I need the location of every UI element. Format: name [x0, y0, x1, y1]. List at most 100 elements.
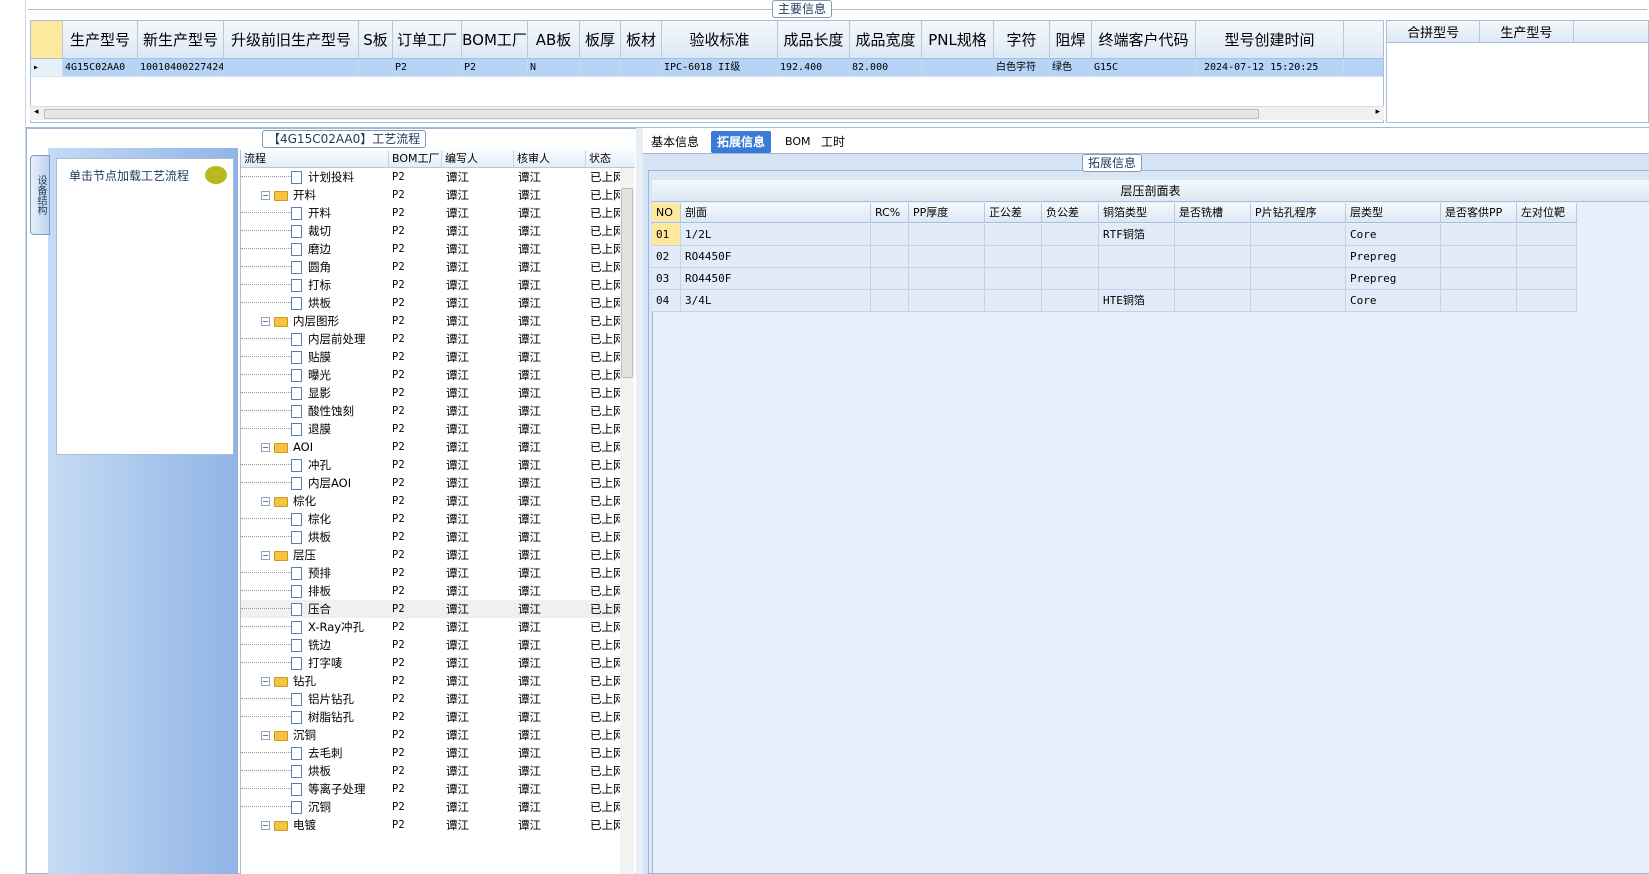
col-header[interactable]: 订单工厂 — [393, 21, 462, 58]
table-cell[interactable] — [985, 246, 1042, 267]
tab-device-structure[interactable]: 设备结构 — [30, 155, 50, 235]
table-cell[interactable]: Prepreg — [1346, 268, 1441, 289]
row-indicator-icon[interactable]: ▸ — [31, 59, 63, 76]
col-status[interactable]: 状态 — [586, 150, 635, 167]
tree-row[interactable]: 树脂钻孔 P2 谭江 谭江 已上网 — [241, 708, 621, 726]
table-cell[interactable]: RO4450F — [681, 246, 871, 267]
tree-row[interactable]: 开料 P2 谭江 谭江 已上网 — [241, 204, 621, 222]
col-header[interactable]: PNL规格 — [922, 21, 994, 58]
col-header[interactable]: 新生产型号 — [138, 21, 224, 58]
tree-node[interactable]: 铝片钻孔 — [241, 690, 389, 708]
merge-model-grid[interactable]: 合拼型号 生产型号 — [1386, 20, 1649, 123]
table-cell[interactable] — [1441, 224, 1517, 245]
table-cell[interactable] — [1251, 246, 1346, 267]
tree-node[interactable]: 排板 — [241, 582, 389, 600]
table-cell[interactable] — [871, 246, 909, 267]
tree-row[interactable]: 烘板 P2 谭江 谭江 已上网 — [241, 294, 621, 312]
table-cell[interactable] — [224, 59, 359, 76]
tree-node[interactable]: 打字唛 — [241, 654, 389, 672]
tree-row[interactable]: − 开料 P2 谭江 谭江 已上网 — [241, 186, 621, 204]
table-row[interactable]: 03 RO4450F Prepreg — [652, 268, 1577, 290]
tree-node[interactable]: 内层AOI — [241, 474, 389, 492]
tree-node[interactable]: 棕化 — [241, 510, 389, 528]
tree-node[interactable]: − 棕化 — [241, 492, 389, 510]
col-process[interactable]: 流程 — [241, 150, 389, 167]
col-header[interactable]: 阻焊 — [1050, 21, 1092, 58]
stackup-col-header[interactable]: 负公差 — [1042, 203, 1099, 222]
tree-node[interactable]: − 内层图形 — [241, 312, 389, 330]
col-header[interactable]: 验收标准 — [662, 21, 778, 58]
tree-row[interactable]: 计划投料 P2 谭江 谭江 已上网 — [241, 168, 621, 186]
table-cell[interactable]: 02 — [652, 246, 681, 267]
tree-node[interactable]: 烘板 — [241, 762, 389, 780]
table-cell[interactable]: 4G15C02AA0 — [63, 59, 138, 76]
table-cell[interactable] — [909, 246, 985, 267]
tree-row[interactable]: 圆角 P2 谭江 谭江 已上网 — [241, 258, 621, 276]
collapse-icon[interactable]: − — [261, 317, 270, 326]
col-header[interactable]: S板 — [359, 21, 393, 58]
table-cell[interactable]: RTF铜箔 — [1099, 224, 1175, 245]
table-cell[interactable] — [922, 59, 994, 76]
table-row[interactable]: 04 3/4L HTE铜箔 Core — [652, 290, 1577, 312]
tree-node[interactable]: 烘板 — [241, 294, 389, 312]
col-production-model[interactable]: 生产型号 — [1480, 21, 1574, 42]
table-cell[interactable]: 03 — [652, 268, 681, 289]
vertical-scrollbar[interactable] — [620, 168, 634, 874]
table-cell[interactable] — [1042, 290, 1099, 311]
table-cell[interactable]: RO4450F — [681, 268, 871, 289]
table-cell[interactable]: P2 — [393, 59, 462, 76]
tree-row[interactable]: 打标 P2 谭江 谭江 已上网 — [241, 276, 621, 294]
table-cell[interactable]: 1/2L — [681, 224, 871, 245]
table-cell[interactable] — [1517, 290, 1577, 311]
collapse-icon[interactable]: − — [261, 497, 270, 506]
table-cell[interactable]: 82.000 — [850, 59, 922, 76]
tree-node[interactable]: 树脂钻孔 — [241, 708, 389, 726]
table-cell[interactable] — [985, 224, 1042, 245]
table-cell[interactable] — [1175, 268, 1251, 289]
collapse-icon[interactable]: − — [261, 191, 270, 200]
tree-node[interactable]: 预排 — [241, 564, 389, 582]
table-cell[interactable]: Core — [1346, 224, 1441, 245]
col-writer[interactable]: 编写人 — [442, 150, 514, 167]
tree-node[interactable]: 去毛刺 — [241, 744, 389, 762]
table-cell[interactable]: IPC-6018 II级 — [662, 59, 778, 76]
tree-node[interactable]: 烘板 — [241, 528, 389, 546]
tree-node[interactable]: 内层前处理 — [241, 330, 389, 348]
tree-row[interactable]: 等离子处理 P2 谭江 谭江 已上网 — [241, 780, 621, 798]
node-box[interactable]: 单击节点加载工艺流程 — [56, 158, 234, 455]
scroll-right-icon[interactable]: ▸ — [1375, 107, 1380, 117]
tree-node[interactable]: − 层压 — [241, 546, 389, 564]
table-cell[interactable] — [621, 59, 662, 76]
horizontal-scrollbar[interactable]: ◂ ▸ — [30, 106, 1384, 120]
tree-row[interactable]: − AOI P2 谭江 谭江 已上网 — [241, 438, 621, 456]
col-header[interactable]: 板材 — [621, 21, 662, 58]
tree-row[interactable]: 铝片钻孔 P2 谭江 谭江 已上网 — [241, 690, 621, 708]
tree-node[interactable]: − 电镀 — [241, 816, 389, 834]
tree-node[interactable]: 裁切 — [241, 222, 389, 240]
table-cell[interactable]: 10010400227424 — [138, 59, 224, 76]
tree-row[interactable]: − 棕化 P2 谭江 谭江 已上网 — [241, 492, 621, 510]
table-cell[interactable]: Prepreg — [1346, 246, 1441, 267]
col-reviewer[interactable]: 核审人 — [514, 150, 586, 167]
col-header[interactable]: 字符 — [994, 21, 1050, 58]
tree-row[interactable]: 铣边 P2 谭江 谭江 已上网 — [241, 636, 621, 654]
tree-node[interactable]: − AOI — [241, 438, 389, 456]
tree-row[interactable]: − 内层图形 P2 谭江 谭江 已上网 — [241, 312, 621, 330]
table-row[interactable]: ▸ 4G15C02AA0 10010400227424 P2 P2 N IPC-6018 … — [31, 59, 1383, 77]
tree-node[interactable]: − 钻孔 — [241, 672, 389, 690]
table-cell[interactable]: G15C — [1092, 59, 1196, 76]
table-cell[interactable]: 2024-07-12 15:20:25 — [1196, 59, 1344, 76]
tree-node[interactable]: X-Ray冲孔 — [241, 618, 389, 636]
collapse-icon[interactable]: − — [261, 677, 270, 686]
table-cell[interactable] — [1441, 290, 1517, 311]
tree-node[interactable]: 打标 — [241, 276, 389, 294]
tree-row[interactable]: 沉铜 P2 谭江 谭江 已上网 — [241, 798, 621, 816]
tree-row[interactable]: 退膜 P2 谭江 谭江 已上网 — [241, 420, 621, 438]
table-cell[interactable] — [1099, 246, 1175, 267]
table-cell[interactable] — [909, 268, 985, 289]
tree-row[interactable]: − 钻孔 P2 谭江 谭江 已上网 — [241, 672, 621, 690]
tree-row[interactable]: 压合 P2 谭江 谭江 已上网 — [241, 600, 621, 618]
stackup-col-header[interactable]: 是否客供PP — [1441, 203, 1517, 222]
tree-row[interactable]: 内层AOI P2 谭江 谭江 已上网 — [241, 474, 621, 492]
tab-bom[interactable]: BOM — [779, 131, 817, 153]
